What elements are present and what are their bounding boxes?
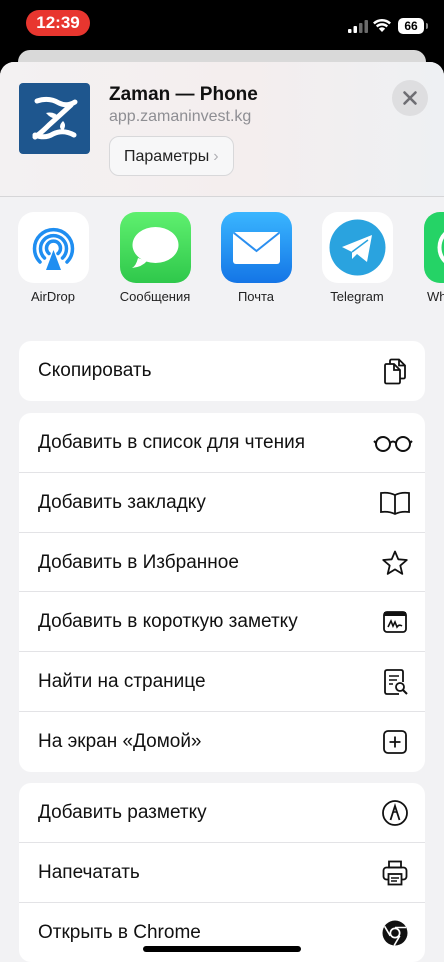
mail-icon	[220, 212, 292, 283]
site-logo-icon	[19, 83, 90, 154]
action-label: Добавить закладку	[38, 491, 206, 513]
markup-icon	[382, 800, 408, 826]
share-app-telegram[interactable]: Telegram	[312, 212, 402, 304]
options-button[interactable]: Параметры ›	[109, 136, 234, 176]
action-label: Добавить в список для чтения	[38, 432, 305, 453]
share-sheet-header: Zaman — Phone app.zamaninvest.kg Парамет…	[0, 62, 444, 197]
action-label: Добавить в Избранное	[38, 551, 239, 573]
actions-group-copy: Скопировать	[19, 341, 425, 401]
action-open-in-chrome[interactable]: Открыть в Chrome	[19, 903, 425, 962]
action-markup[interactable]: Добавить разметку	[19, 783, 425, 843]
share-app-label: Почта	[237, 289, 275, 304]
cellular-signal-icon	[348, 20, 368, 33]
action-print[interactable]: Напечатать	[19, 843, 425, 903]
home-indicator[interactable]	[143, 946, 301, 952]
share-app-mail[interactable]: Почта	[211, 212, 301, 304]
messages-icon	[119, 212, 191, 283]
telegram-icon	[321, 212, 393, 283]
chevron-right-icon: ›	[213, 148, 219, 165]
action-label: Напечатать	[38, 861, 140, 883]
book-icon	[380, 491, 410, 515]
close-button[interactable]	[392, 80, 428, 116]
wifi-icon	[373, 18, 391, 32]
share-app-label: Telegram	[330, 289, 384, 304]
action-copy[interactable]: Скопировать	[19, 341, 425, 401]
action-label: Найти на странице	[38, 671, 206, 693]
share-app-label: Сообщения	[119, 289, 191, 304]
actions-group-safari: Добавить в список для чтения Добавить за…	[19, 413, 425, 772]
battery-indicator: 66	[398, 18, 424, 34]
battery-tip	[426, 23, 428, 29]
share-app-label: Wh	[427, 289, 444, 304]
share-app-messages[interactable]: Сообщения	[110, 212, 200, 304]
action-add-bookmark[interactable]: Добавить закладку	[19, 473, 425, 533]
copy-icon	[384, 358, 406, 385]
action-label: На экран «Домой»	[38, 730, 202, 752]
share-app-airdrop[interactable]: AirDrop	[8, 212, 98, 304]
action-label: Открыть в Chrome	[38, 921, 201, 943]
close-icon	[403, 91, 417, 105]
star-icon	[382, 550, 408, 575]
quick-note-icon	[383, 611, 407, 634]
find-in-page-icon	[384, 669, 408, 696]
glasses-icon	[373, 436, 413, 452]
whatsapp-icon	[424, 212, 444, 283]
airdrop-icon	[17, 212, 89, 283]
page-title: Zaman — Phone	[109, 84, 258, 105]
status-bar: 12:39 66	[0, 0, 444, 46]
chrome-icon	[382, 920, 408, 946]
share-apps-row: AirDrop Сообщения Почта Telegram Wh	[0, 212, 444, 312]
share-app-whatsapp[interactable]: Wh	[413, 212, 444, 304]
status-time[interactable]: 12:39	[26, 10, 90, 36]
action-label: Добавить разметку	[38, 802, 207, 823]
actions-group-other: Добавить разметку Напечатать Открыть в C…	[19, 783, 425, 962]
action-reading-list[interactable]: Добавить в список для чтения	[19, 413, 425, 473]
share-app-label: AirDrop	[30, 289, 76, 304]
action-label: Скопировать	[38, 360, 152, 381]
action-add-to-home-screen[interactable]: На экран «Домой»	[19, 712, 425, 772]
options-label: Параметры	[124, 148, 210, 165]
action-label: Добавить в короткую заметку	[38, 611, 298, 633]
action-add-favorites[interactable]: Добавить в Избранное	[19, 533, 425, 593]
share-sheet: Zaman — Phone app.zamaninvest.kg Парамет…	[0, 62, 444, 962]
page-url: app.zamaninvest.kg	[109, 108, 252, 125]
action-quick-note[interactable]: Добавить в короткую заметку	[19, 592, 425, 653]
add-square-icon	[383, 730, 407, 754]
printer-icon	[382, 860, 408, 886]
action-find-on-page[interactable]: Найти на странице	[19, 652, 425, 712]
